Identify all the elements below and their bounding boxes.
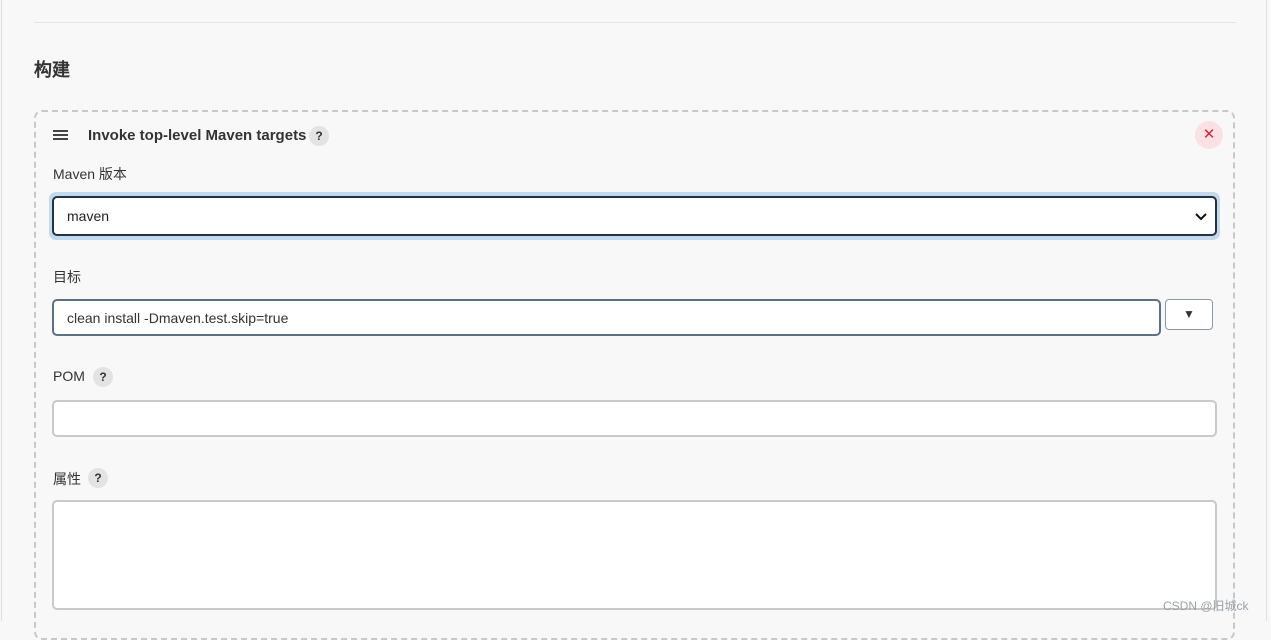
section-divider	[34, 22, 1236, 23]
goals-input[interactable]: clean install -Dmaven.test.skip=true	[52, 299, 1161, 336]
build-step-title: Invoke top-level Maven targets	[88, 127, 307, 144]
pom-label: POM	[53, 368, 85, 384]
pom-input[interactable]	[52, 400, 1217, 437]
maven-version-selected: maven	[67, 208, 110, 224]
build-step-help-icon[interactable]: ?	[309, 126, 329, 146]
maven-version-label: Maven 版本	[53, 166, 127, 182]
properties-label: 属性	[53, 471, 81, 487]
watermark: CSDN @旧城ck	[1163, 599, 1249, 613]
goals-expand-button[interactable]: ▼	[1165, 299, 1213, 330]
pom-help-icon[interactable]: ?	[93, 367, 113, 387]
chevron-down-icon	[1195, 213, 1207, 221]
delete-step-button[interactable]: ✕	[1195, 121, 1223, 149]
section-title: 构建	[34, 60, 70, 80]
drag-handle-icon[interactable]	[52, 127, 70, 143]
properties-textarea[interactable]	[52, 500, 1217, 610]
maven-version-select[interactable]: maven	[49, 192, 1220, 240]
goals-label: 目标	[53, 269, 81, 285]
goals-input-value: clean install -Dmaven.test.skip=true	[67, 310, 289, 326]
properties-help-icon[interactable]: ?	[88, 468, 108, 488]
